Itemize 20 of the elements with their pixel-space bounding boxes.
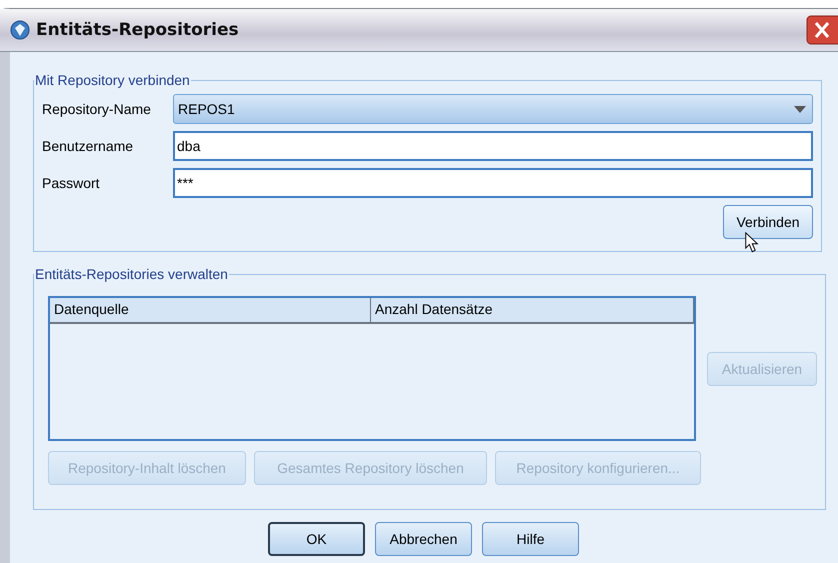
field-label: Repository-Name bbox=[42, 101, 152, 117]
dialog-button[interactable]: Abbrechen bbox=[375, 522, 472, 556]
username-field[interactable]: dba bbox=[173, 131, 813, 161]
dialog-button[interactable]: OK bbox=[268, 522, 365, 556]
field-label: Benutzername bbox=[42, 138, 134, 154]
mouse-pointer-icon bbox=[745, 232, 761, 254]
group-title: Mit Repository verbinden bbox=[34, 72, 191, 88]
repository-dropdown[interactable]: REPOS1 bbox=[173, 94, 813, 124]
app-icon bbox=[10, 20, 30, 40]
field-label: Passwort bbox=[42, 175, 101, 191]
connect-button[interactable]: Verbinden bbox=[723, 205, 813, 239]
group-title: Entitäts-Repositories verwalten bbox=[34, 266, 229, 282]
close-icon[interactable] bbox=[806, 15, 838, 45]
dropdown-value: REPOS1 bbox=[178, 101, 236, 117]
window-title: Entitäts-Repositories bbox=[36, 20, 239, 40]
column-header[interactable]: Datenquelle bbox=[50, 298, 371, 322]
dropdown-arrow-icon bbox=[794, 106, 806, 112]
dialog-button[interactable]: Hilfe bbox=[482, 522, 579, 556]
password-field[interactable]: *** bbox=[173, 168, 813, 198]
column-header[interactable]: Anzahl Datensätze bbox=[371, 298, 694, 322]
